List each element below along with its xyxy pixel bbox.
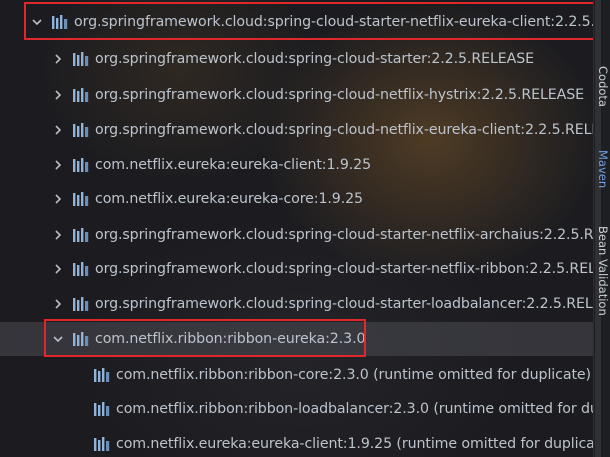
- tree-node-selected[interactable]: com.netflix.ribbon:ribbon-eureka:2.3.0: [0, 322, 594, 356]
- tree-node[interactable]: org.springframework.cloud:spring-cloud-s…: [0, 5, 594, 39]
- library-icon: [72, 157, 90, 173]
- tree-node-label: org.springframework.cloud:spring-cloud-s…: [95, 296, 594, 312]
- library-icon: [93, 401, 111, 417]
- dependency-tree: org.springframework.cloud:spring-cloud-s…: [0, 0, 594, 457]
- tree-node-label: org.springframework.cloud:spring-cloud-s…: [95, 227, 594, 243]
- tree-node-label: com.netflix.eureka:eureka-client:1.9.25: [95, 157, 372, 173]
- tree-node-label: com.netflix.eureka:eureka-core:1.9.25: [95, 191, 363, 207]
- tree-node[interactable]: org.springframework.cloud:spring-cloud-n…: [0, 113, 594, 147]
- tree-node[interactable]: com.netflix.eureka:eureka-core:1.9.25: [0, 182, 594, 216]
- tree-node-label: org.springframework.cloud:spring-cloud-n…: [95, 122, 594, 138]
- library-icon: [93, 367, 111, 383]
- tree-node-label: org.springframework.cloud:spring-cloud-s…: [74, 14, 594, 30]
- chevron-right-icon[interactable]: [49, 86, 67, 104]
- chevron-down-icon[interactable]: [28, 13, 46, 31]
- tree-leaf[interactable]: com.netflix.ribbon:ribbon-core:2.3.0 (ru…: [0, 358, 594, 392]
- chevron-right-icon[interactable]: [49, 260, 67, 278]
- maven-tab[interactable]: Maven: [596, 150, 610, 188]
- right-tool-strip: Codota Maven Bean Validation: [593, 0, 610, 457]
- chevron-right-icon[interactable]: [49, 50, 67, 68]
- chevron-down-icon[interactable]: [49, 330, 67, 348]
- chevron-right-icon[interactable]: [49, 295, 67, 313]
- library-icon: [72, 87, 90, 103]
- tree-node-label: org.springframework.cloud:spring-cloud-n…: [95, 87, 585, 103]
- library-icon: [93, 436, 111, 452]
- chevron-right-icon[interactable]: [49, 190, 67, 208]
- tree-node-label: com.netflix.ribbon:ribbon-core:2.3.0 (ru…: [116, 367, 591, 383]
- tree-node-label: org.springframework.cloud:spring-cloud-s…: [95, 51, 535, 67]
- library-icon: [72, 331, 90, 347]
- tree-node[interactable]: org.springframework.cloud:spring-cloud-n…: [0, 78, 594, 112]
- codota-tab[interactable]: Codota: [596, 66, 610, 107]
- bean-validation-tab[interactable]: Bean Validation: [596, 226, 610, 316]
- tree-node[interactable]: org.springframework.cloud:spring-cloud-s…: [0, 252, 594, 286]
- tree-node[interactable]: org.springframework.cloud:spring-cloud-s…: [0, 42, 594, 76]
- tree-leaf[interactable]: com.netflix.eureka:eureka-client:1.9.25 …: [0, 427, 594, 457]
- library-icon: [72, 191, 90, 207]
- library-icon: [72, 261, 90, 277]
- tree-node-label: com.netflix.eureka:eureka-client:1.9.25 …: [116, 436, 594, 452]
- chevron-right-icon[interactable]: [49, 156, 67, 174]
- library-icon: [72, 296, 90, 312]
- chevron-right-icon[interactable]: [49, 226, 67, 244]
- library-icon: [51, 14, 69, 30]
- tree-node[interactable]: org.springframework.cloud:spring-cloud-s…: [0, 218, 594, 252]
- tree-node-label: com.netflix.ribbon:ribbon-eureka:2.3.0: [95, 331, 366, 347]
- tree-leaf[interactable]: com.netflix.ribbon:ribbon-loadbalancer:2…: [0, 392, 594, 426]
- tree-node[interactable]: com.netflix.eureka:eureka-client:1.9.25: [0, 148, 594, 182]
- library-icon: [72, 51, 90, 67]
- chevron-right-icon[interactable]: [49, 121, 67, 139]
- tree-node-label: org.springframework.cloud:spring-cloud-s…: [95, 261, 594, 277]
- library-icon: [72, 227, 90, 243]
- tree-node-label: com.netflix.ribbon:ribbon-loadbalancer:2…: [116, 401, 594, 417]
- library-icon: [72, 122, 90, 138]
- tree-node[interactable]: org.springframework.cloud:spring-cloud-s…: [0, 287, 594, 321]
